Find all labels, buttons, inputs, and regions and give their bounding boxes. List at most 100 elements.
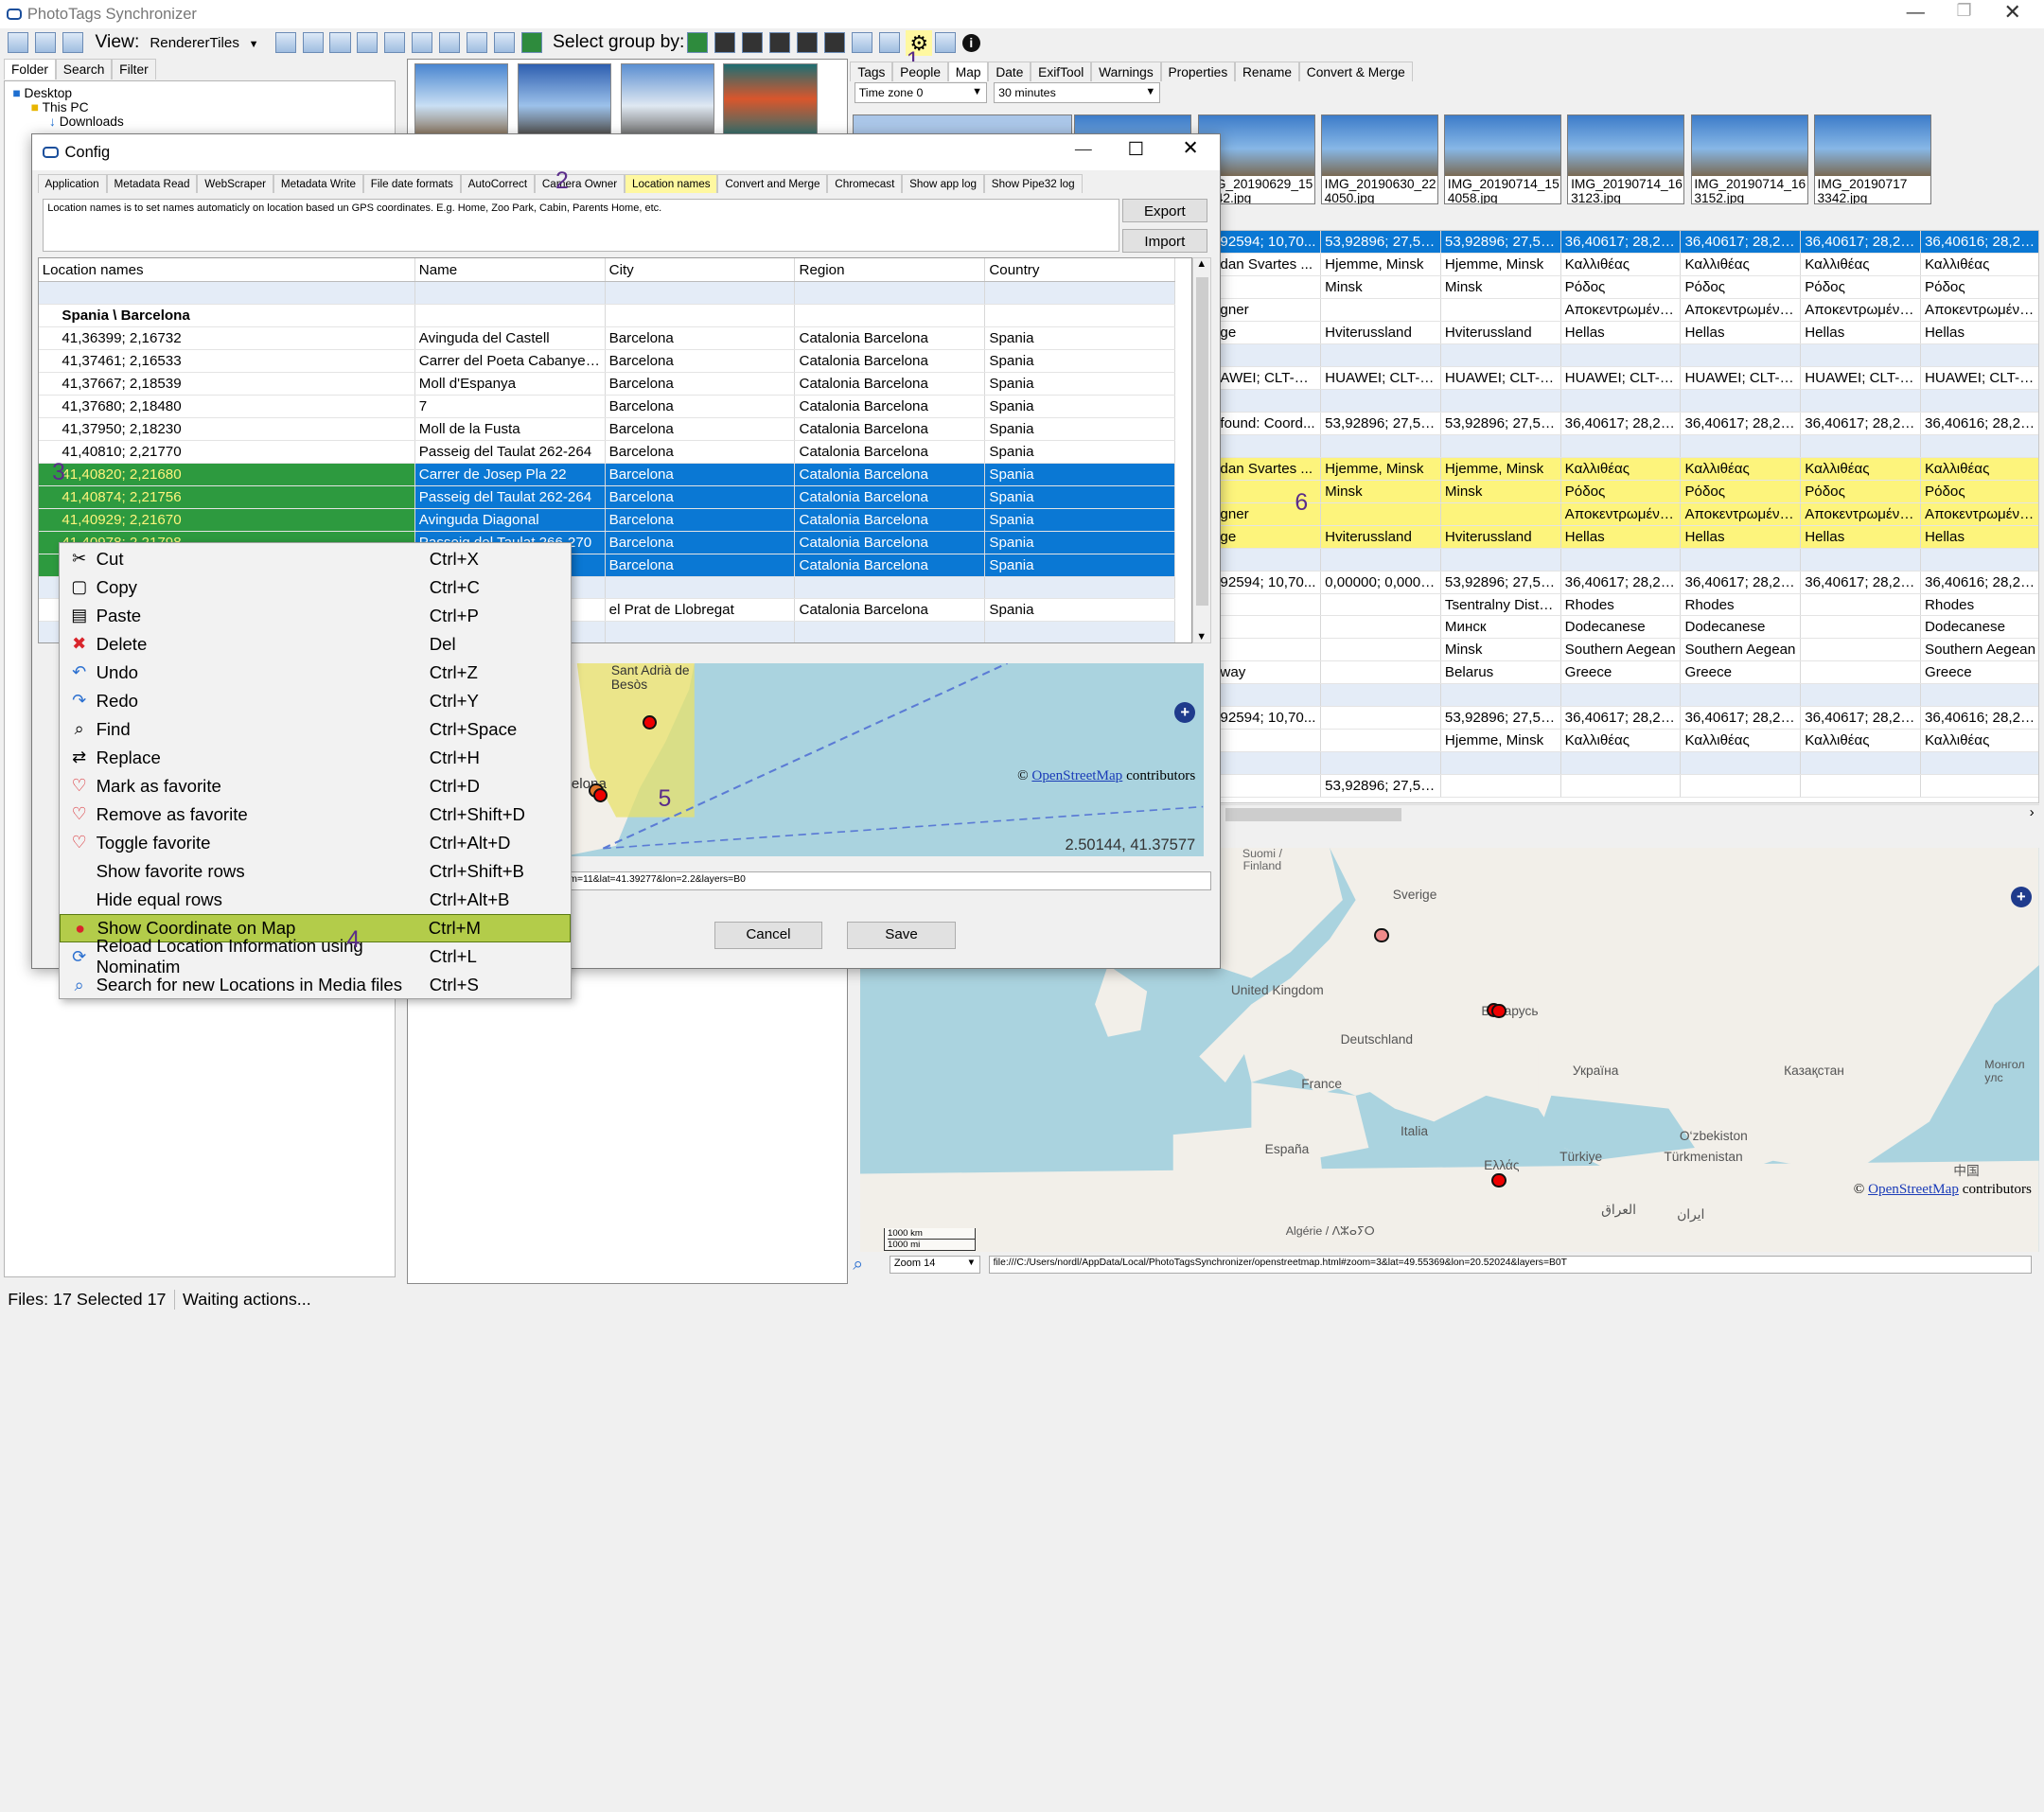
metadata-row[interactable]: Tsentralny District Rhodes Rhodes Rhodes [1216,593,2039,617]
config-tab[interactable]: Convert and Merge [717,174,828,193]
filter-icon[interactable] [934,32,956,54]
grid-icon[interactable] [768,32,790,54]
metadata-row[interactable]: 53,92896; 27,54... [1216,774,2039,799]
location-row[interactable]: 41,40874; 2,21756 Passeig del Taulat 262-… [38,485,1176,509]
config-tab[interactable]: Metadata Write [273,174,363,193]
metadata-row[interactable] [1216,683,2039,708]
context-menu-item[interactable]: Hide equal rows Ctrl+Alt+B [60,886,571,914]
layout-icon[interactable] [35,32,57,54]
layout-icon[interactable] [62,32,84,54]
column-header[interactable]: City [605,258,796,282]
metadata-row[interactable]: Minsk Minsk Ρόδος Ρόδος Ρόδος Ρόδος [1216,275,2039,299]
location-row[interactable]: 41,36399; 2,16732 Avinguda del Castell Bar… [38,326,1176,350]
interval-select[interactable]: 30 minutes ▼ [994,81,1161,103]
group-icon[interactable] [687,32,709,54]
view-icon[interactable] [274,32,296,54]
tab-folder[interactable]: Folder [4,59,56,79]
context-menu-item[interactable]: ✖ Delete Del [60,630,571,659]
metadata-row[interactable] [1216,434,2039,458]
tab-exiftool[interactable]: ExifTool [1031,61,1092,82]
metadata-row[interactable]: 92594; 10,70... 0,00000; 0,00000 53,92896;… [1216,571,2039,594]
context-menu-item[interactable]: Show favorite rows Ctrl+Shift+B [60,857,571,886]
timezone-select[interactable]: Time zone 0 ▼ [854,81,988,103]
grid-hscrollbar[interactable]: › [1212,804,2040,823]
column-header[interactable]: Name [414,258,606,282]
scroll-right-icon[interactable]: › [2030,804,2035,820]
zoom-select[interactable]: Zoom 14 ▼ [889,1256,981,1275]
config-url-field[interactable]: m=11&lat=41.39277&lon=2.2&layers=B0 [564,871,1211,890]
tab-people[interactable]: People [892,61,948,82]
tab-rename[interactable]: Rename [1235,61,1299,82]
tab-tags[interactable]: Tags [850,61,893,82]
maximize-button[interactable]: ❐ [1956,1,1971,21]
config-tab[interactable]: Location names [625,174,718,193]
image-icon[interactable] [357,32,379,54]
close-button[interactable]: ✕ [2003,0,2020,25]
metadata-row[interactable] [1216,548,2039,572]
config-openstreetmap-link[interactable]: OpenStreetMap [1031,767,1122,783]
export-button[interactable]: Export [1122,199,1207,223]
metadata-row[interactable] [1216,751,2039,776]
metadata-row[interactable] [1216,389,2039,413]
config-tab[interactable]: File date formats [362,174,461,193]
location-row[interactable]: 41,37680; 2,18480 7 Barcelona Catalonia Bar… [38,395,1176,418]
map-url-field[interactable]: file:///C:/Users/nordl/AppData/Local/Pho… [988,1256,2032,1275]
rotate-icon[interactable] [412,32,433,54]
map-marker[interactable] [1491,1004,1507,1019]
grid-icon[interactable] [741,32,763,54]
config-close-button[interactable]: ✕ [1182,136,1198,160]
grid-icon[interactable] [823,32,845,54]
map-search-icon[interactable]: ⌕ [853,1255,863,1275]
context-menu-item[interactable]: ♡ Mark as favorite Ctrl+D [60,772,571,800]
metadata-row[interactable]: Minsk Minsk Ρόδος Ρόδος Ρόδος Ρόδος [1216,480,2039,503]
rotate-icon[interactable] [439,32,461,54]
tab-filter[interactable]: Filter [112,59,156,79]
config-map[interactable]: Sant Adrià de Besòs celona + © OpenStree… [564,663,1204,856]
add-layer-icon[interactable]: + [2010,887,2032,908]
layout-icon[interactable] [8,32,29,54]
tab-convert-merge[interactable]: Convert & Merge [1298,61,1413,82]
location-row[interactable]: 41,40820; 2,21680 Carrer de Josep Pla 22 B… [38,463,1176,486]
config-maximize-button[interactable]: ☐ [1128,138,1144,161]
context-menu-item[interactable]: ♡ Toggle favorite Ctrl+Alt+D [60,829,571,857]
metadata-row[interactable]: found: Coord... 53,92896; 27,54... 53,9289… [1216,412,2039,435]
context-menu-item[interactable]: ⌕ Search for new Locations in Media files… [60,971,571,999]
metadata-row[interactable]: gner Αποκεντρωμένη ... Αποκεντρωμένη ... Απ… [1216,298,2039,322]
thumbnail[interactable]: IMG_20190714_16 3152.jpg [1690,114,1808,205]
map-icon[interactable] [851,32,872,54]
thumbnail[interactable]: IMG_20190714_15 4058.jpg [1444,114,1562,205]
image-icon[interactable] [384,32,406,54]
save-icon[interactable] [878,32,900,54]
metadata-row[interactable]: way Belarus Greece Greece Greece [1216,660,2039,685]
config-tab[interactable]: Application [37,174,107,193]
column-header[interactable]: Location names [38,258,415,282]
location-row[interactable]: 41,37461; 2,16533 Carrer del Poeta Cabany… [38,349,1176,373]
context-menu-item[interactable]: ↶ Undo Ctrl+Z [60,659,571,687]
thumbnail[interactable]: IMG_20190714_16 3123.jpg [1567,114,1685,205]
config-tab[interactable]: Chromecast [827,174,903,193]
info-icon[interactable]: i [961,33,980,53]
grid-hscroll-thumb[interactable] [1225,807,1402,821]
context-menu-item[interactable]: ⟳ Reload Location Information using Nomin… [60,936,571,976]
location-row[interactable] [38,281,1176,305]
image-icon[interactable] [302,32,324,54]
metadata-row[interactable]: gner Αποκεντρωμένη ... Αποκεντρωμένη ... Απ… [1216,502,2039,526]
tab-warnings[interactable]: Warnings [1091,61,1161,82]
metadata-row[interactable]: Минск Dodecanese Dodecanese Dodecanese [1216,615,2039,640]
middle-thumb[interactable] [517,63,611,134]
grid-icon[interactable] [796,32,818,54]
config-tab[interactable]: WebScraper [197,174,273,193]
context-menu-item[interactable]: ↷ Redo Ctrl+Y [60,687,571,715]
location-row[interactable]: 41,37667; 2,18539 Moll d'Espanya Barcelona… [38,372,1176,396]
save-button[interactable]: Save [847,921,956,949]
tab-date[interactable]: Date [988,61,1031,82]
context-menu-item[interactable]: ⌕ Find Ctrl+Space [60,715,571,744]
metadata-row[interactable]: dan Svartes ... Hjemme, Minsk Hjemme, Mins… [1216,253,2039,276]
tab-map[interactable]: Map [947,61,989,82]
cancel-button[interactable]: Cancel [714,921,823,949]
tab-properties[interactable]: Properties [1160,61,1236,82]
openstreetmap-link[interactable]: OpenStreetMap [1868,1181,1959,1197]
config-tab[interactable]: Metadata Read [106,174,198,193]
map-marker[interactable] [1374,928,1389,943]
location-row[interactable]: 41,37950; 2,18230 Moll de la Fusta Barcelo… [38,417,1176,441]
